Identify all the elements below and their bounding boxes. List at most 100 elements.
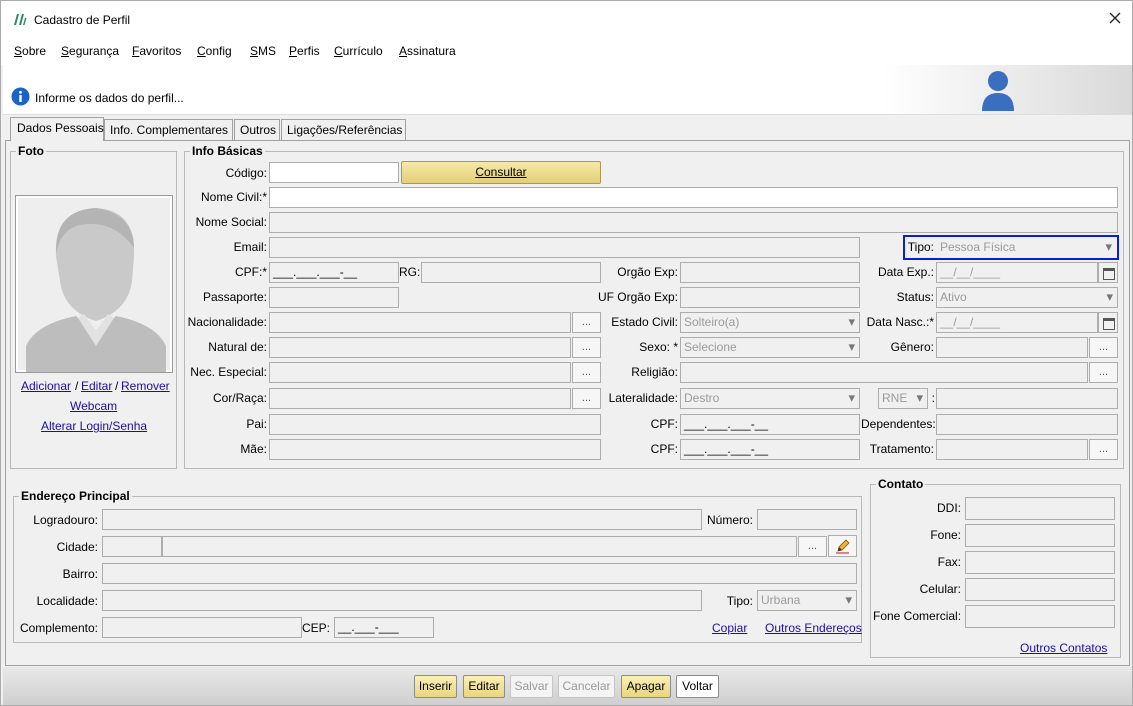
tipo-select[interactable]: Pessoa Física <box>936 237 1117 258</box>
menu-favoritos[interactable]: Favoritos <box>132 44 181 58</box>
celular-label: Celular: <box>919 582 961 596</box>
logradouro-input[interactable] <box>102 509 702 530</box>
edit-photo-link[interactable]: Editar <box>81 379 112 393</box>
tab-info-complementares[interactable]: Info. Complementares <box>104 119 233 140</box>
genero-input[interactable] <box>936 337 1088 358</box>
nec-especial-input[interactable] <box>269 362 571 383</box>
link-separator: / <box>75 379 79 393</box>
webcam-link[interactable]: Webcam <box>70 399 117 413</box>
mae-cpf-input[interactable]: ___.___.___-__ <box>680 439 860 460</box>
nome-civil-input[interactable] <box>269 187 1118 208</box>
localidade-input[interactable] <box>102 590 702 611</box>
email-input[interactable] <box>269 237 860 258</box>
cor-raca-lookup-button[interactable]: ... <box>572 388 601 409</box>
voltar-button[interactable]: Voltar <box>676 675 719 698</box>
contato-legend: Contato <box>876 477 926 491</box>
endereco-tipo-select[interactable]: Urbana <box>757 590 857 611</box>
nome-social-input[interactable] <box>269 212 1118 233</box>
logradouro-label: Logradouro: <box>33 513 98 527</box>
natural-de-input[interactable] <box>269 337 571 358</box>
cor-raca-input[interactable] <box>269 388 571 409</box>
genero-lookup-button[interactable]: ... <box>1089 337 1118 358</box>
estado-civil-label: Estado Civil: <box>611 315 678 329</box>
data-exp-input[interactable]: __/__/____ <box>936 262 1098 283</box>
title-bar: Cadastro de Perfil <box>1 1 1132 39</box>
nacionalidade-lookup-button[interactable]: ... <box>572 312 601 333</box>
add-photo-link[interactable]: Adicionar <box>21 379 71 393</box>
nacionalidade-input[interactable] <box>269 312 571 333</box>
orgao-exp-input[interactable] <box>680 262 860 283</box>
menu-seguranca[interactable]: Segurança <box>61 44 119 58</box>
rg-label: RG: <box>399 265 421 279</box>
status-select[interactable]: Ativo <box>936 287 1118 308</box>
close-icon[interactable] <box>1107 10 1123 26</box>
ddi-label: DDI: <box>937 501 961 515</box>
menu-config[interactable]: Config <box>197 44 232 58</box>
menu-bar: Sobre Segurança Favoritos Config SMS Per… <box>1 39 1132 65</box>
cpf-input[interactable]: ___.___.___-__ <box>269 262 399 283</box>
religiao-input[interactable] <box>680 362 1088 383</box>
fone-comercial-label: Fone Comercial: <box>873 609 962 623</box>
change-login-link[interactable]: Alterar Login/Senha <box>41 419 147 433</box>
pai-input[interactable] <box>269 414 601 435</box>
data-nasc-input[interactable]: __/__/____ <box>936 312 1098 333</box>
orgao-exp-label: Orgão Exp: <box>617 265 678 279</box>
complemento-input[interactable] <box>102 617 302 638</box>
outros-contatos-link[interactable]: Outros Contatos <box>1020 641 1107 655</box>
fone-input[interactable] <box>965 524 1115 547</box>
passaporte-input[interactable] <box>269 287 399 308</box>
nec-especial-label: Nec. Especial: <box>190 365 267 379</box>
menu-sobre[interactable]: Sobre <box>14 44 46 58</box>
mae-input[interactable] <box>269 439 601 460</box>
info-message: Informe os dados do perfil... <box>35 91 184 105</box>
nome-civil-label: Nome Civil:* <box>200 190 267 204</box>
menu-assinatura[interactable]: Assinatura <box>399 44 456 58</box>
outros-enderecos-link[interactable]: Outros Endereços <box>765 621 862 635</box>
menu-curriculo[interactable]: Currículo <box>334 44 383 58</box>
cidade-name-input[interactable] <box>162 536 797 557</box>
rg-input[interactable] <box>421 262 601 283</box>
passaporte-label: Passaporte: <box>202 290 267 304</box>
cidade-code-input[interactable] <box>102 536 162 557</box>
tratamento-input[interactable] <box>936 439 1088 460</box>
cep-input[interactable]: __.___-___ <box>334 617 434 638</box>
nec-especial-lookup-button[interactable]: ... <box>572 362 601 383</box>
tab-dados-pessoais[interactable]: Dados Pessoais <box>10 117 104 141</box>
sexo-select[interactable]: Selecione <box>680 337 860 358</box>
uf-orgao-input[interactable] <box>680 287 860 308</box>
tab-ligacoes-referencias[interactable]: Ligações/Referências <box>281 119 406 140</box>
data-exp-calendar-icon[interactable] <box>1098 262 1118 283</box>
salvar-button[interactable]: Salvar <box>510 675 553 698</box>
estado-civil-select[interactable]: Solteiro(a) <box>680 312 860 333</box>
natural-de-lookup-button[interactable]: ... <box>572 337 601 358</box>
inserir-button[interactable]: Inserir <box>414 675 457 698</box>
consultar-button[interactable]: Consultar <box>401 161 601 184</box>
numero-input[interactable] <box>757 509 857 530</box>
dependentes-input[interactable] <box>936 414 1118 435</box>
fax-input[interactable] <box>965 551 1115 574</box>
cancelar-button[interactable]: Cancelar <box>558 675 615 698</box>
nome-social-label: Nome Social: <box>195 215 267 229</box>
rne-select[interactable]: RNE <box>878 388 928 409</box>
cidade-lookup-button[interactable]: ... <box>798 536 827 557</box>
editar-button[interactable]: Editar <box>463 675 505 698</box>
codigo-input[interactable] <box>269 162 399 183</box>
remove-photo-link[interactable]: Remover <box>121 379 170 393</box>
endereco-tipo-label: Tipo: <box>726 594 753 608</box>
menu-sms[interactable]: SMS <box>250 44 276 58</box>
copiar-link[interactable]: Copiar <box>712 621 747 635</box>
tratamento-lookup-button[interactable]: ... <box>1089 439 1118 460</box>
celular-input[interactable] <box>965 578 1115 601</box>
tab-outros[interactable]: Outros <box>234 119 280 140</box>
bairro-input[interactable] <box>102 563 857 584</box>
lateralidade-select[interactable]: Destro <box>680 388 860 409</box>
data-nasc-calendar-icon[interactable] <box>1098 312 1118 333</box>
menu-perfis[interactable]: Perfis <box>289 44 320 58</box>
pai-cpf-input[interactable]: ___.___.___-__ <box>680 414 860 435</box>
edit-pencil-icon[interactable] <box>828 535 857 557</box>
religiao-lookup-button[interactable]: ... <box>1089 362 1118 383</box>
apagar-button[interactable]: Apagar <box>621 675 671 698</box>
rne-input[interactable] <box>936 388 1118 409</box>
ddi-input[interactable] <box>965 497 1115 520</box>
fone-comercial-input[interactable] <box>965 605 1115 628</box>
